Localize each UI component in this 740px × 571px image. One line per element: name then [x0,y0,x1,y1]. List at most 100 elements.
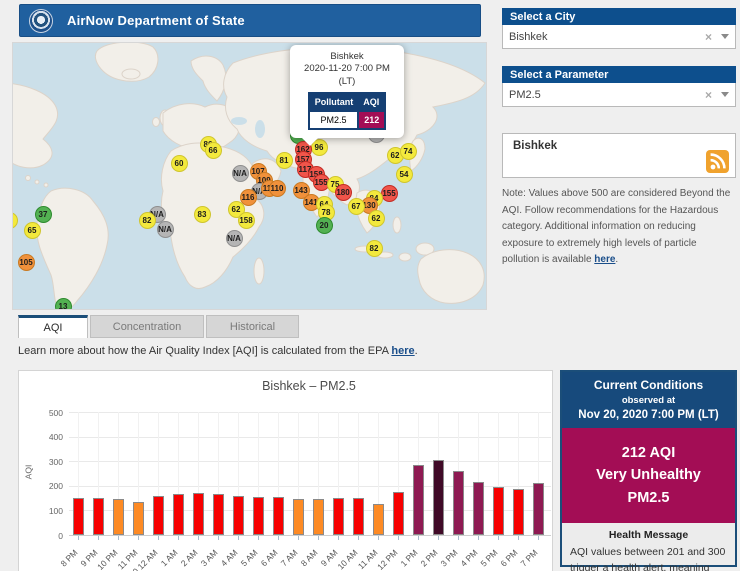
chart-bar[interactable] [273,497,284,535]
aqi-marker[interactable]: 74 [400,143,417,160]
aqi-marker[interactable]: 82 [139,212,156,229]
chart-bar[interactable] [113,499,124,535]
view-tabs: AQI Concentration Historical [18,315,301,338]
parameter-caret-down-icon[interactable] [721,92,729,97]
parameter-clear-icon[interactable]: × [698,88,719,102]
popup-pollutant-value: PM2.5 [309,111,359,129]
aqi-marker[interactable]: 20 [316,217,333,234]
aqi-marker[interactable]: 83 [194,206,211,223]
chart-bar[interactable] [513,489,524,535]
city-feed-box: Bishkek [502,133,736,178]
popup-col-pollutant: Pollutant [309,93,359,111]
chart-x-tick [418,536,419,540]
chart-bar[interactable] [453,471,464,535]
chart-x-tick [78,536,79,540]
chart-x-tick [518,536,519,540]
world-aqi-map[interactable]: 3765105136608666N/A82N/A8362158N/AN/A107… [12,42,487,310]
chart-x-tick [198,536,199,540]
chart-y-tick-label: 400 [31,432,63,442]
chart-bar[interactable] [133,502,144,535]
chart-x-tick [178,536,179,540]
chart-bar[interactable] [293,499,304,535]
aqi-marker[interactable]: 62 [368,210,385,227]
parameter-select-dropdown[interactable]: PM2.5 × [502,83,736,107]
parameter-select-box: Select a Parameter PM2.5 × [502,66,736,107]
aqi-marker[interactable]: 116 [240,189,257,206]
tab-aqi[interactable]: AQI [18,315,88,338]
city-caret-down-icon[interactable] [721,34,729,39]
aqi-marker[interactable]: 158 [238,212,255,229]
chart-x-tick [118,536,119,540]
aqi-marker[interactable]: 82 [366,240,383,257]
aqi-marker[interactable]: 110 [269,180,286,197]
chart-bar[interactable] [253,497,264,535]
map-popup: Bishkek 2020-11-20 7:00 PM (LT) Pollutan… [290,45,404,138]
aqi-marker[interactable]: 37 [35,206,52,223]
conditions-header: Current Conditions observed at Nov 20, 2… [562,372,735,428]
aqi-marker[interactable]: 155 [381,185,398,202]
feed-city-label: Bishkek [513,140,557,152]
aqi-marker[interactable]: 60 [171,155,188,172]
rss-feed-icon[interactable] [706,150,729,173]
chart-bar[interactable] [473,482,484,535]
chart-x-tick [338,536,339,540]
aqi-marker[interactable]: N/A [232,165,249,182]
chart-bar[interactable] [233,496,244,535]
aqi-marker[interactable]: 13 [55,298,72,311]
city-select-value: Bishkek [509,31,698,43]
chart-y-tick-label: 300 [31,457,63,467]
learn-more-link[interactable]: here [391,345,414,357]
chart-x-tick [358,536,359,540]
chart-x-tick [438,536,439,540]
aqi-marker[interactable]: 67 [348,198,365,215]
city-select-box: Select a City Bishkek × [502,8,736,49]
chart-y-tick-label: 500 [31,408,63,418]
chart-x-tick [458,536,459,540]
conditions-subtitle: observed at [566,395,731,406]
aqi-marker[interactable]: 66 [205,142,222,159]
chart-y-axis-label: AQI [23,465,33,480]
health-message-text: AQI values between 201 and 300 trigger a… [570,545,727,571]
aqi-marker[interactable]: 54 [396,166,413,183]
chart-bar[interactable] [433,460,444,535]
chart-x-tick [378,536,379,540]
tab-historical[interactable]: Historical [206,315,299,338]
chart-bar[interactable] [313,499,324,535]
aqi-marker[interactable]: N/A [157,221,174,238]
chart-bar[interactable] [73,498,84,535]
chart-x-tick [398,536,399,540]
chart-bar[interactable] [493,487,504,535]
chart-x-tick [98,536,99,540]
chart-y-tick-label: 200 [31,481,63,491]
world-map-basemap [13,43,487,310]
aqi-marker[interactable]: N/A [226,230,243,247]
chart-x-tick [478,536,479,540]
note-link[interactable]: here [594,254,615,265]
chart-bar[interactable] [173,494,184,535]
chart-x-tick [538,536,539,540]
chart-bar[interactable] [373,504,384,535]
aqi-marker[interactable]: 180 [335,184,352,201]
popup-datetime: 2020-11-20 7:00 PM [295,63,399,75]
chart-bar[interactable] [393,492,404,535]
chart-bar[interactable] [413,465,424,535]
chart-bar[interactable] [333,498,344,535]
chart-bar[interactable] [193,493,204,535]
chart-bar[interactable] [213,494,224,535]
chart-bar[interactable] [93,498,104,535]
conditions-title: Current Conditions [566,378,731,392]
app-header: AirNow Department of State [19,4,481,37]
aqi-marker[interactable]: 65 [24,222,41,239]
tab-concentration[interactable]: Concentration [90,315,204,338]
chart-bar[interactable] [153,496,164,535]
aqi-marker[interactable]: 81 [276,152,293,169]
conditions-datetime: Nov 20, 2020 7:00 PM (LT) [566,409,731,421]
aqi-marker[interactable]: 105 [18,254,35,271]
parameter-select-header: Select a Parameter [502,66,736,83]
city-select-dropdown[interactable]: Bishkek × [502,25,736,49]
chart-bar[interactable] [533,483,544,535]
city-clear-icon[interactable]: × [698,30,719,44]
learn-more-text: Learn more about how the Air Quality Ind… [18,345,418,357]
chart-bar[interactable] [353,498,364,535]
conditions-aqi-badge: 212 AQI Very Unhealthy PM2.5 [562,428,735,523]
